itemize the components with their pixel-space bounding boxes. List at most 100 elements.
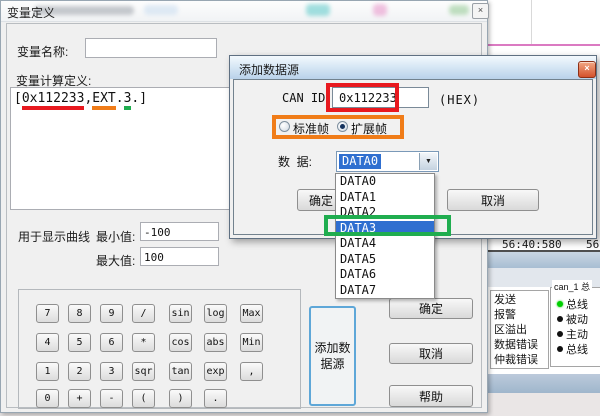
screen: 56:40:580 56 发送报警区溢出数据错误仲裁错误 总线被动主动总线 ca… [0,0,600,416]
variable-name-input[interactable] [85,38,217,58]
expr-suffix: ] [139,91,147,106]
bus-status-item: 报警 [494,308,548,323]
keypad-button-sin[interactable]: sin [169,304,192,323]
keypad-button-sqr[interactable]: sqr [132,362,155,381]
min-value-label: 最小值: [96,228,135,245]
dropdown-item-DATA7[interactable]: DATA7 [336,283,434,299]
dialog-title: 添加数据源 [239,61,299,78]
bus-status-item: 数据错误 [494,338,548,353]
background-statusbar [487,374,600,393]
dropdown-item-DATA1[interactable]: DATA1 [336,190,434,206]
keypad-button-([interactable]: ( [132,389,155,408]
keypad-button-9[interactable]: 9 [100,304,123,323]
can1-group-label: can_1 总 [552,280,592,293]
dropdown-item-DATA4[interactable]: DATA4 [336,236,434,252]
bus-status-item: 仲裁错误 [494,353,548,368]
keypad-button-log[interactable]: log [204,304,227,323]
can1-status-group: 总线被动主动总线 [550,287,600,367]
status-dot-icon [557,301,563,307]
data-combobox[interactable]: DATA0 ▼ [336,151,439,172]
keypad-button-2[interactable]: 2 [68,362,91,381]
keypad-button-5[interactable]: 5 [68,333,91,352]
expr-sep: . [116,91,124,106]
bus-status-item: 发送 [494,293,548,308]
dropdown-item-DATA5[interactable]: DATA5 [336,252,434,268]
combobox-selected-value: DATA0 [339,154,381,169]
dropdown-item-DATA6[interactable]: DATA6 [336,267,434,283]
min-value-input[interactable]: -100 [140,222,219,241]
expr-frame-type: EXT [92,91,115,110]
can1-status-text: 总线 [566,296,588,312]
background-pink-line [487,44,600,46]
add-data-source-dialog: 添加数据源 × CAN ID: 0x112233 (HEX) 标准帧 扩展帧 数… [229,55,597,239]
annotation-box-green [324,215,451,236]
keypad-button-Max[interactable]: Max [240,304,263,323]
close-icon[interactable]: × [472,3,489,19]
variable-name-label: 变量名称: [17,43,68,60]
data-dropdown-list: DATA0DATA1DATA2DATA3DATA4DATA5DATA6DATA7 [335,173,435,299]
add-source-label-line2: 据源 [320,356,344,372]
status-dot-icon [557,346,563,352]
keypad-button-/[interactable]: / [132,304,155,323]
max-value-input[interactable]: 100 [140,247,219,266]
dropdown-item-DATA0[interactable]: DATA0 [336,174,434,190]
max-value-label: 最大值: [96,252,135,269]
add-source-label-line1: 添加数 [314,340,350,356]
keypad-button-3[interactable]: 3 [100,362,123,381]
keypad-button--[interactable]: - [100,389,123,408]
annotation-box-orange [272,115,404,139]
can1-status-text: 被动 [566,311,588,327]
keypad-button-)[interactable]: ) [169,389,192,408]
keypad-button-,[interactable]: , [240,362,263,381]
hex-label: (HEX) [439,93,480,107]
titlebar [1,1,487,22]
keypad-button-tan[interactable]: tan [169,362,192,381]
chevron-down-icon[interactable]: ▼ [419,153,437,170]
can1-status-text: 主动 [566,326,588,342]
calc-expression: [0x112233,EXT.3.] [14,91,147,106]
can1-status-items: 总线被动主动总线 [551,288,600,356]
add-data-source-button[interactable]: 添加数 据源 [309,306,356,406]
keypad-button-7[interactable]: 7 [36,304,59,323]
can1-status-row: 总线 [557,341,600,356]
background-bottom [487,393,600,416]
background-toolbar-band [487,252,600,268]
ok-button[interactable]: 确定 [389,298,473,319]
curve-display-label: 用于显示曲线 [18,228,90,245]
titlebar-blur-smudge [449,5,469,15]
titlebar-blur-smudge [144,5,178,15]
can1-status-text: 总线 [566,341,588,357]
keypad-button-*[interactable]: * [132,333,155,352]
status-dot-icon [557,331,563,337]
keypad-button-8[interactable]: 8 [68,304,91,323]
titlebar-blur-smudge [306,4,330,16]
bus-status-list: 发送报警区溢出数据错误仲裁错误 [490,290,549,369]
can1-status-row: 总线 [557,296,600,311]
keypad-button-+[interactable]: + [68,389,91,408]
annotation-box-red [326,83,399,112]
keypad-button-cos[interactable]: cos [169,333,192,352]
bus-status-item: 区溢出 [494,323,548,338]
dialog-cancel-button[interactable]: 取消 [447,189,539,211]
keypad-button-1[interactable]: 1 [36,362,59,381]
keypad-button-6[interactable]: 6 [100,333,123,352]
titlebar-blur-smudge [373,4,387,16]
background-divider [531,0,532,44]
keypad-button-exp[interactable]: exp [204,362,227,381]
keypad-button-.[interactable]: . [204,389,227,408]
data-label: 数 据: [278,153,312,170]
keypad-button-Min[interactable]: Min [240,333,263,352]
help-button[interactable]: 帮助 [389,385,473,407]
can1-status-row: 被动 [557,311,600,326]
expr-can-id: 0x112233 [22,91,85,110]
close-icon[interactable]: × [578,61,596,78]
keypad-button-abs[interactable]: abs [204,333,227,352]
keypad-button-0[interactable]: 0 [36,389,59,408]
expr-prefix: [ [14,91,22,106]
window-title: 变量定义 [7,4,55,21]
cancel-button[interactable]: 取消 [389,343,473,364]
can1-status-row: 主动 [557,326,600,341]
status-dot-icon [557,316,563,322]
can-id-label: CAN ID: [282,91,333,105]
keypad-button-4[interactable]: 4 [36,333,59,352]
